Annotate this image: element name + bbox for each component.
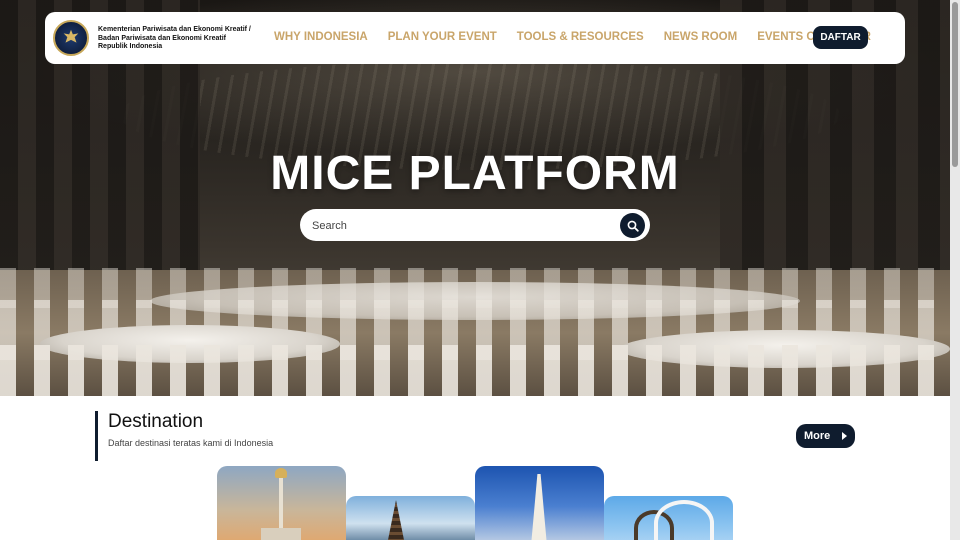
garuda-logo-icon[interactable] <box>53 20 89 56</box>
destination-title: Destination <box>108 411 204 432</box>
org-name-line-1: Kementerian Pariwisata dan Ekonomi Kreat… <box>98 26 251 33</box>
destination-card[interactable] <box>475 466 604 540</box>
hero-title: MICE PLATFORM <box>270 147 680 200</box>
destination-card[interactable] <box>346 496 475 540</box>
nav-news-room[interactable]: NEWS ROOM <box>664 31 737 43</box>
scrollbar-thumb[interactable] <box>952 2 958 167</box>
tugu-monument-image <box>531 474 547 540</box>
monument-base <box>261 528 301 540</box>
nav-why-indonesia[interactable]: WHY INDONESIA <box>274 31 368 43</box>
nav-tools-resources[interactable]: TOOLS & RESOURCES <box>517 31 644 43</box>
hero-search-box <box>300 209 650 241</box>
more-button[interactable]: More <box>796 424 855 448</box>
search-input[interactable] <box>312 217 612 234</box>
more-button-label: More <box>804 430 831 442</box>
antler-sculpture-image <box>654 500 714 540</box>
search-icon <box>627 220 639 232</box>
temple-image <box>388 500 404 540</box>
daftar-button[interactable]: DAFTAR <box>813 26 868 49</box>
top-navbar: Kementerian Pariwisata dan Ekonomi Kreat… <box>45 12 905 64</box>
hero-chairs-front <box>0 345 950 396</box>
main-nav: WHY INDONESIA PLAN YOUR EVENT TOOLS & RE… <box>274 31 891 43</box>
search-button[interactable] <box>620 213 645 238</box>
organization-name: Kementerian Pariwisata dan Ekonomi Kreat… <box>98 26 268 52</box>
destination-subtitle: Daftar destinasi teratas kami di Indones… <box>108 438 274 448</box>
destination-card[interactable] <box>604 496 733 540</box>
chevron-right-icon <box>842 432 847 440</box>
org-name-line-2: Badan Pariwisata dan Ekonomi Kreatif <box>98 34 226 42</box>
org-name-line-3: Republik Indonesia <box>98 43 163 50</box>
page-scrollbar[interactable] <box>950 0 960 540</box>
nav-plan-your-event[interactable]: PLAN YOUR EVENT <box>388 31 497 43</box>
destination-accent-bar <box>95 411 98 461</box>
destination-card[interactable] <box>217 466 346 540</box>
monument-flame <box>275 468 287 478</box>
